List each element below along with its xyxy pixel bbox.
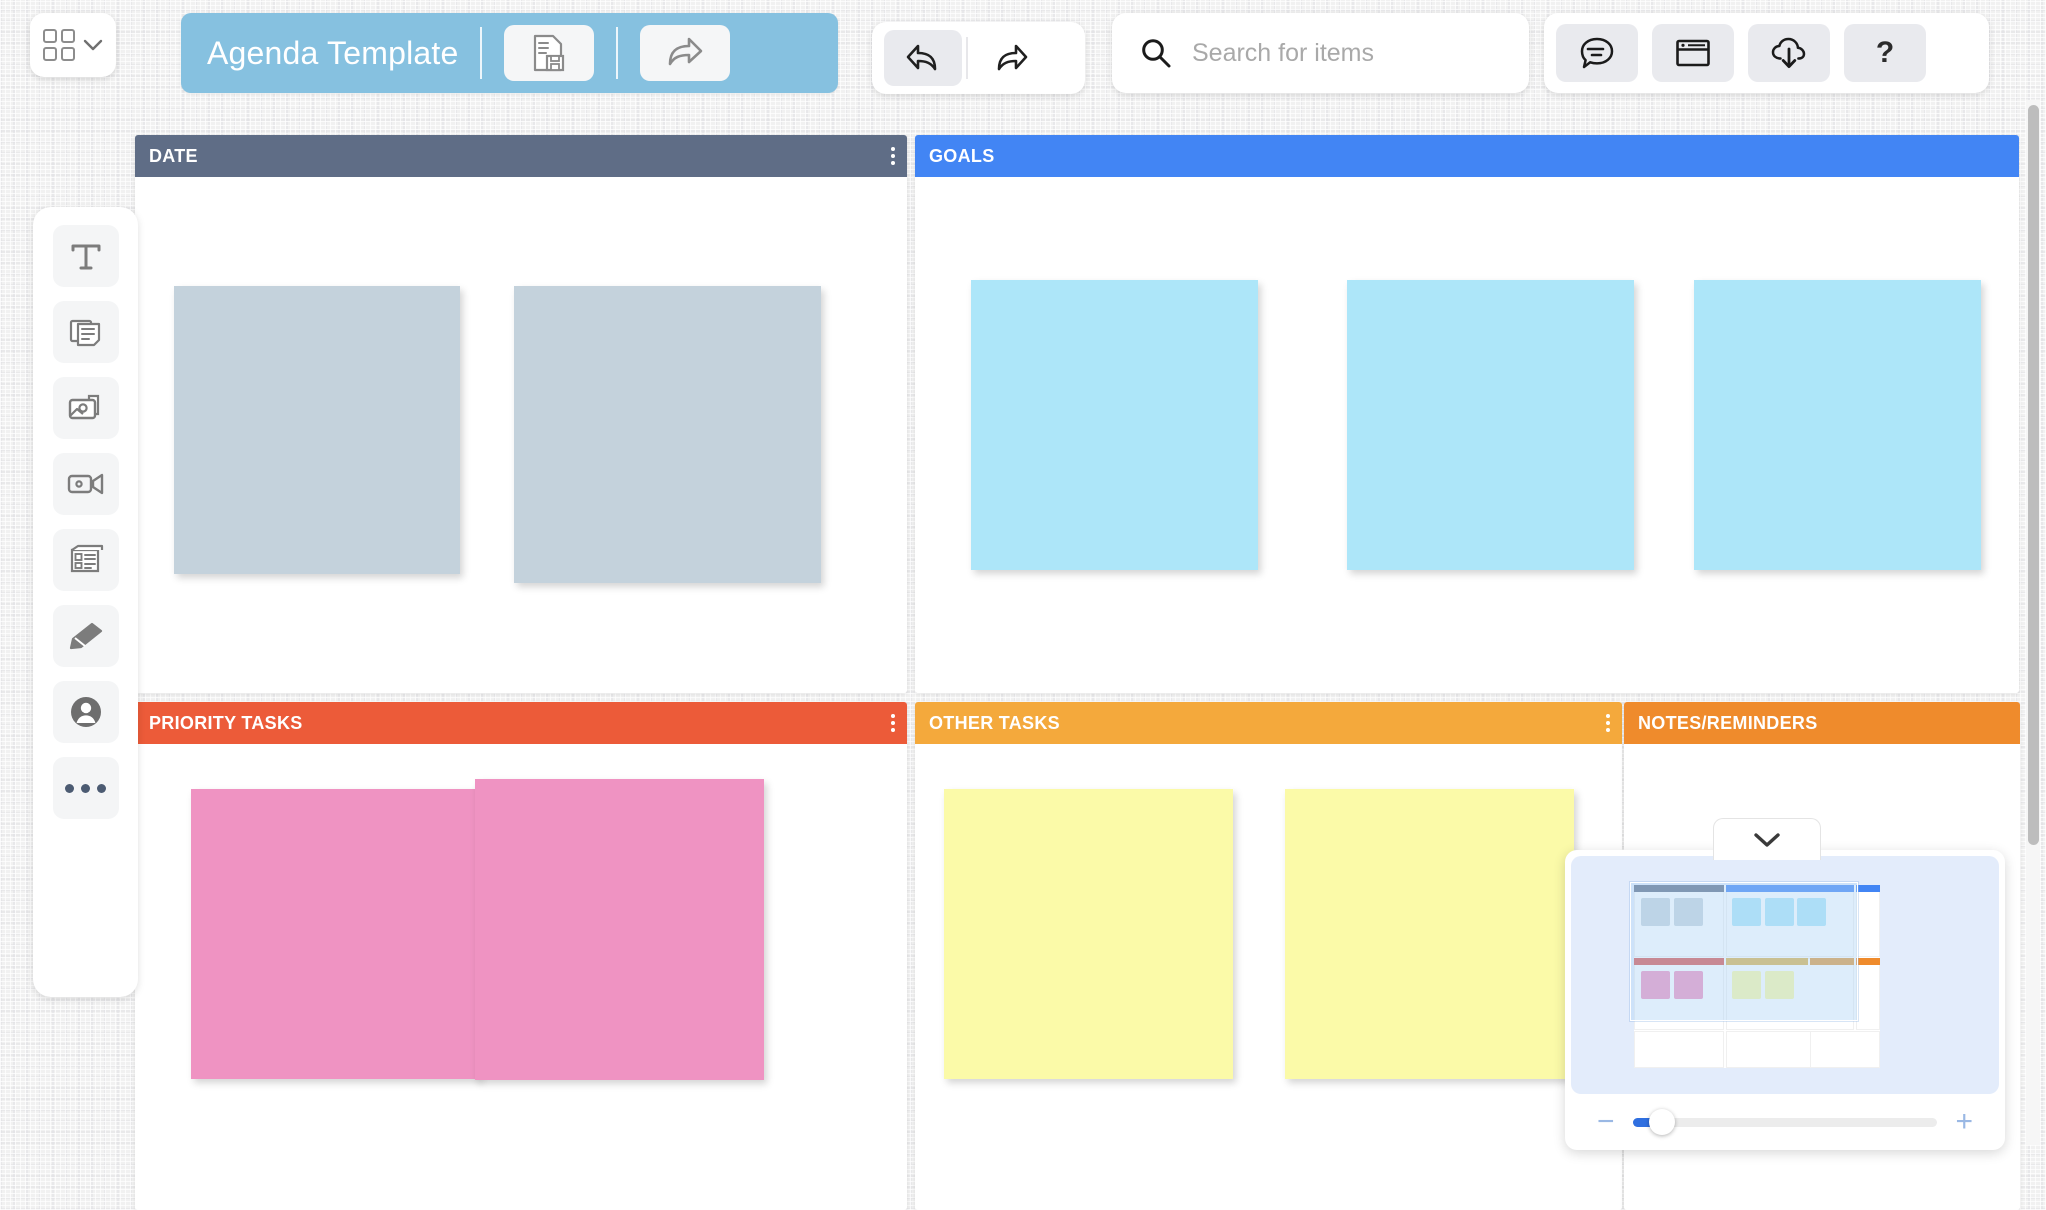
panel-title: NOTES/REMINDERS	[1638, 712, 1818, 733]
zoom-slider-knob[interactable]	[1648, 1109, 1675, 1135]
undo-button[interactable]	[884, 30, 962, 86]
minimap-cell	[1634, 1031, 1724, 1068]
more-icon	[65, 783, 106, 793]
minimap-viewport[interactable]	[1630, 882, 1858, 1021]
page-title[interactable]: Agenda Template	[207, 35, 458, 72]
panel-header-priority-tasks[interactable]: PRIORITY TASKS	[135, 702, 907, 744]
share-button[interactable]	[640, 25, 731, 81]
sidebar-item-pen[interactable]	[52, 605, 119, 667]
panel-menu-button[interactable]	[1606, 714, 1610, 732]
minimap-card: − +	[1565, 850, 2005, 1150]
minimap-panel-bar	[1856, 958, 1880, 965]
panel-title: DATE	[149, 145, 198, 166]
divider	[966, 37, 968, 79]
sidebar-item-video[interactable]	[52, 453, 119, 515]
panel-menu-button[interactable]	[891, 147, 895, 165]
search-input[interactable]	[1192, 38, 1502, 68]
tool-rail	[33, 207, 138, 997]
panel-date[interactable]: DATE	[135, 135, 907, 693]
right-toolbar-group: ?	[1544, 13, 1989, 93]
panel-title: PRIORITY TASKS	[149, 712, 303, 733]
sticky-note[interactable]	[174, 286, 460, 574]
panel-menu-button[interactable]	[891, 714, 895, 732]
apps-grid-icon	[43, 29, 75, 61]
chevron-down-icon	[1754, 832, 1780, 847]
sticky-note[interactable]	[475, 779, 764, 1080]
sticky-note[interactable]	[191, 789, 480, 1079]
document-title-bar: Agenda Template	[181, 13, 838, 93]
panel-other-tasks[interactable]: OTHER TASKS	[915, 702, 1622, 1210]
minimap-cell	[1810, 1031, 1880, 1068]
chevron-down-icon	[83, 39, 103, 50]
person-icon	[70, 697, 101, 727]
frame-button[interactable]	[1652, 24, 1734, 82]
document-save-icon	[534, 34, 565, 72]
panel-body-date[interactable]	[135, 177, 907, 693]
minimap-panel-bar	[1856, 885, 1880, 892]
minimap-cell	[1856, 958, 1880, 1030]
cards-icon	[69, 319, 100, 347]
sidebar-item-sticky-notes[interactable]	[52, 301, 119, 363]
pen-icon	[69, 622, 102, 650]
comment-button[interactable]	[1556, 24, 1638, 82]
search-icon	[1142, 39, 1171, 68]
panel-header-goals[interactable]: GOALS	[915, 135, 2019, 177]
cloud-download-icon	[1771, 37, 1806, 68]
browser-window-icon	[1676, 39, 1710, 67]
video-camera-icon	[67, 473, 103, 495]
panel-priority-tasks[interactable]: PRIORITY TASKS	[135, 702, 907, 1210]
divider	[480, 27, 483, 79]
minimap-collapse-button[interactable]	[1713, 818, 1821, 860]
panel-title: OTHER TASKS	[929, 712, 1060, 733]
minimap-canvas[interactable]	[1571, 856, 1999, 1094]
divider	[616, 27, 619, 79]
panel-header-notes-reminders[interactable]: NOTES/REMINDERS	[1624, 702, 2020, 744]
undo-redo-group	[872, 22, 1085, 94]
image-icon	[68, 394, 99, 420]
panel-body-other-tasks[interactable]	[915, 744, 1622, 1210]
panel-body-goals[interactable]	[915, 177, 2019, 693]
panel-header-other-tasks[interactable]: OTHER TASKS	[915, 702, 1622, 744]
help-button[interactable]: ?	[1844, 24, 1926, 82]
document-save-button[interactable]	[504, 25, 595, 81]
whiteboard-app: DATE GOALS PRIORITY TASKS OTHER TASKS NOTES/…	[0, 0, 2046, 1210]
sticky-note[interactable]	[1285, 789, 1574, 1079]
sticky-note[interactable]	[971, 280, 1258, 570]
zoom-in-button[interactable]: +	[1955, 1107, 1973, 1137]
text-icon	[71, 244, 100, 270]
sidebar-item-more[interactable]	[52, 757, 119, 819]
zoom-control: − +	[1565, 1094, 2005, 1150]
sidebar-item-text[interactable]	[52, 225, 119, 287]
share-arrow-icon	[669, 37, 703, 66]
sticky-note[interactable]	[1694, 280, 1981, 570]
sticky-note[interactable]	[1347, 280, 1634, 570]
redo-icon	[997, 44, 1028, 71]
search-bar[interactable]	[1112, 13, 1529, 93]
apps-menu-button[interactable]	[30, 13, 116, 77]
download-button[interactable]	[1748, 24, 1830, 82]
scrollbar-thumb[interactable]	[2028, 105, 2039, 845]
redo-button[interactable]	[972, 30, 1050, 86]
vertical-scrollbar[interactable]	[2026, 100, 2040, 1145]
sticky-note[interactable]	[514, 286, 821, 583]
panel-title: GOALS	[929, 145, 995, 166]
minimap-panel: − +	[1565, 818, 2005, 1150]
minimap-cell	[1856, 885, 1880, 957]
help-label: ?	[1875, 36, 1895, 69]
panel-header-date[interactable]: DATE	[135, 135, 907, 177]
sidebar-item-form[interactable]	[52, 529, 119, 591]
zoom-out-button[interactable]: −	[1597, 1107, 1615, 1137]
sidebar-item-image[interactable]	[52, 377, 119, 439]
comment-bubble-icon	[1580, 37, 1614, 69]
panel-goals[interactable]: GOALS	[915, 135, 2019, 693]
sidebar-item-avatar[interactable]	[52, 681, 119, 743]
panel-body-priority-tasks[interactable]	[135, 744, 907, 1210]
sticky-note[interactable]	[944, 789, 1233, 1079]
undo-icon	[906, 44, 937, 71]
zoom-slider-track[interactable]	[1632, 1109, 1938, 1135]
form-icon	[70, 544, 103, 573]
